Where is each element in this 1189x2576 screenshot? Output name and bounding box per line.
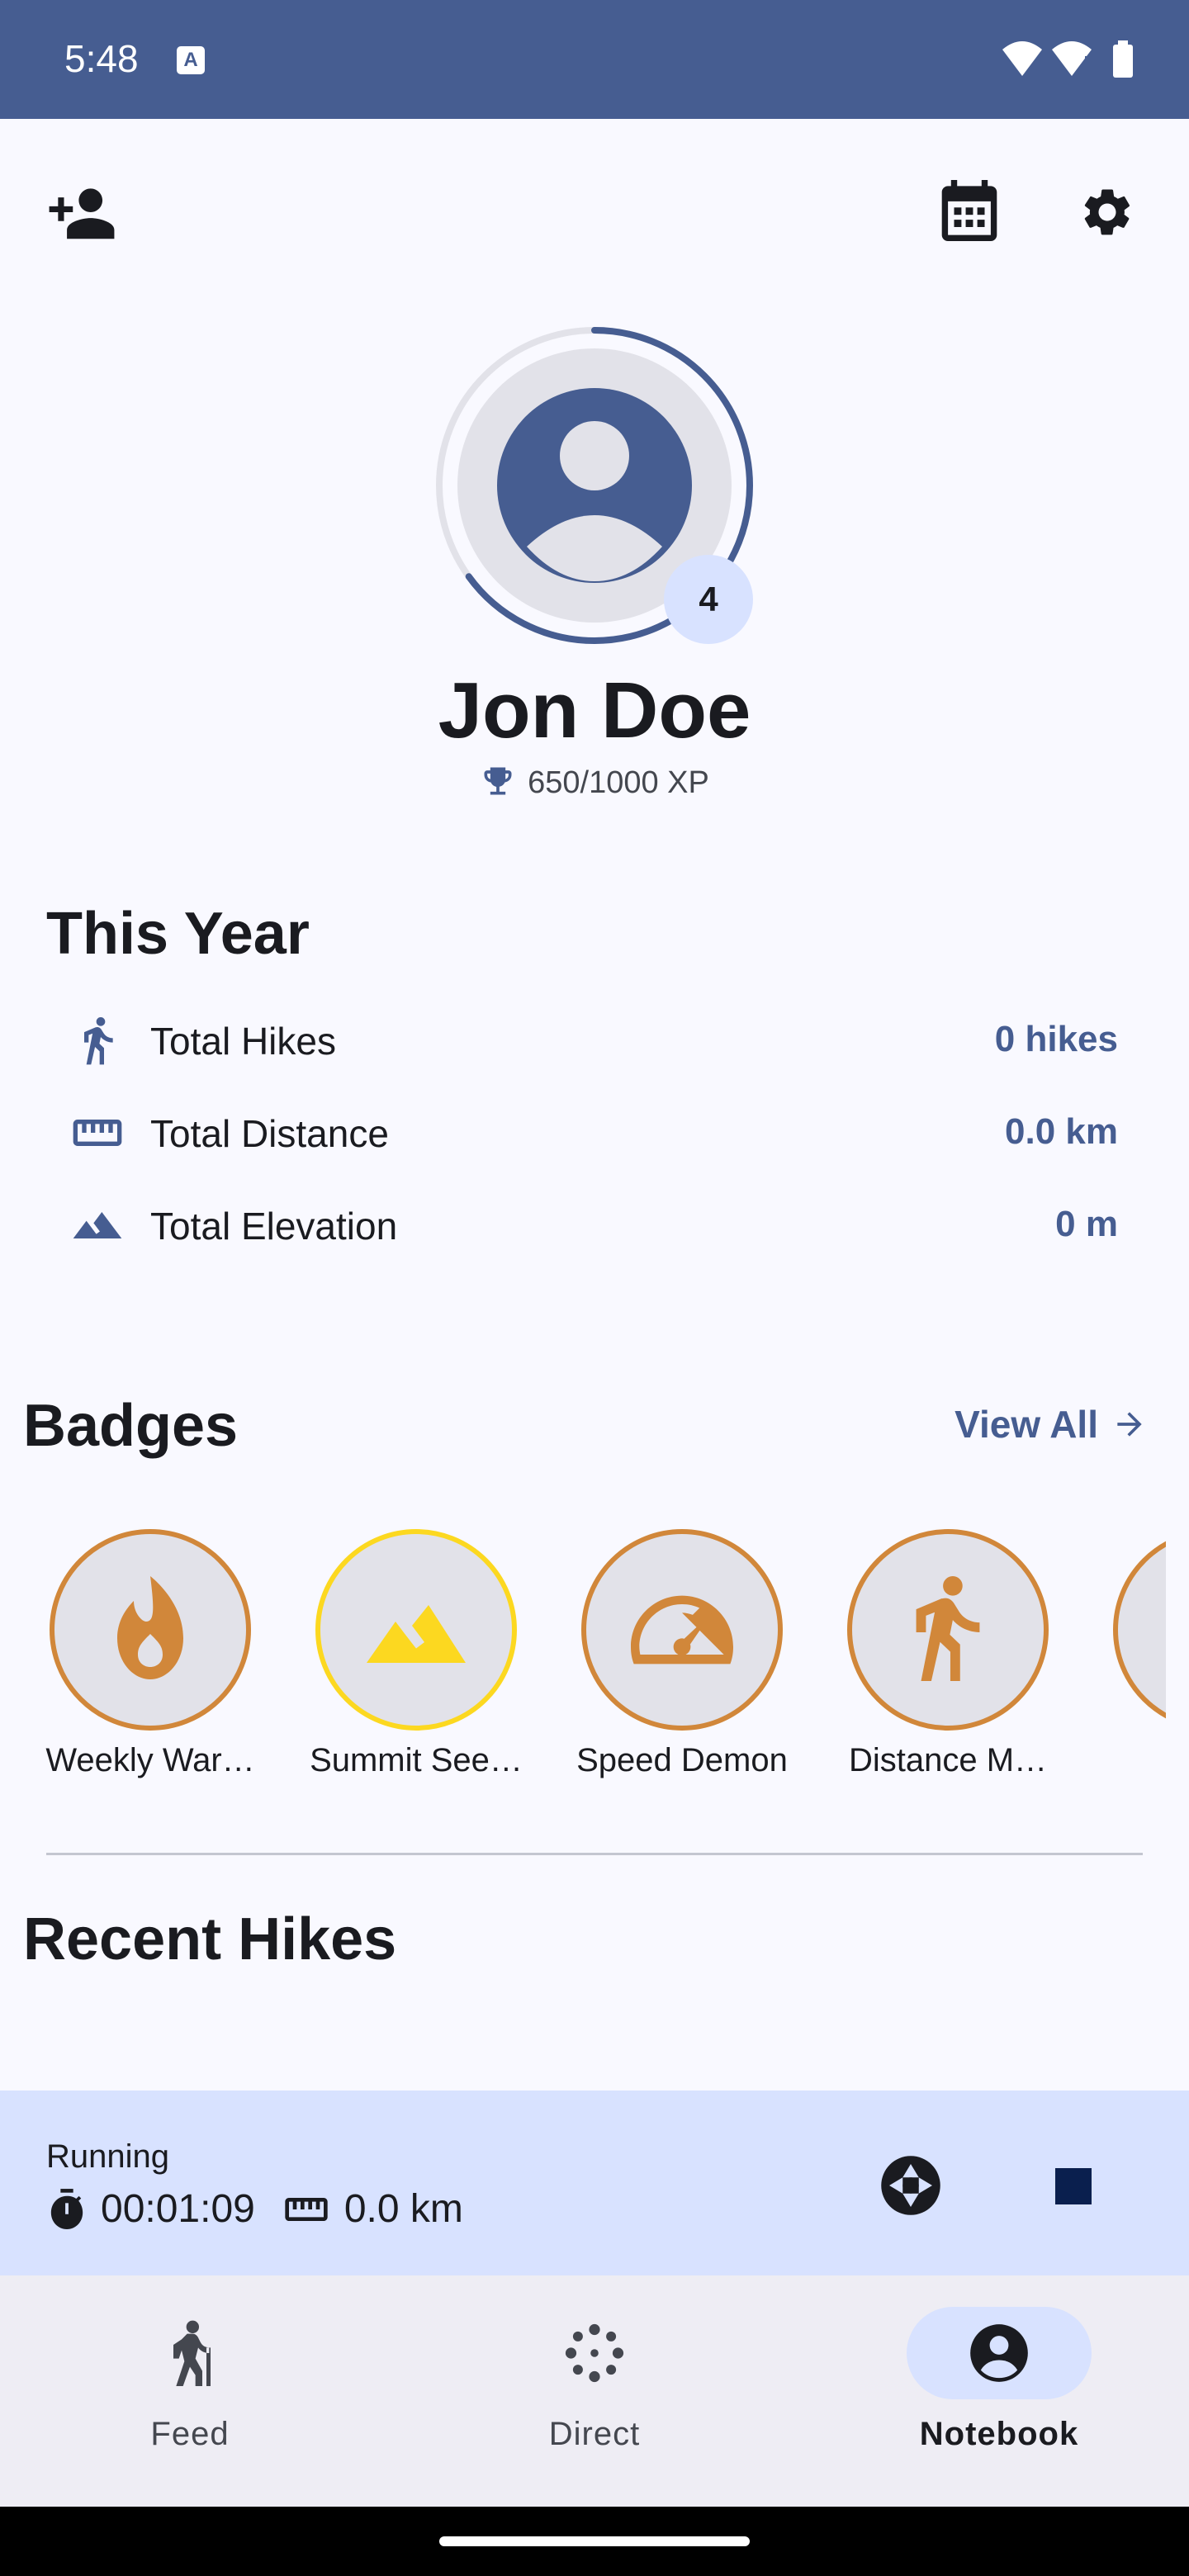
xp-value: 650/1000 XP <box>528 765 709 800</box>
dots-icon <box>565 2323 624 2383</box>
xp-progress-text: 650/1000 XP <box>0 763 1189 801</box>
badge-circle <box>847 1529 1049 1731</box>
stat-label: Total Distance <box>150 1112 389 1155</box>
stat-value: 0 hikes <box>994 1019 1118 1059</box>
stat-label: Total Elevation <box>150 1205 398 1248</box>
running-time: 00:01:09 <box>101 2187 255 2231</box>
badges-title: Badges <box>23 1393 239 1459</box>
account-icon <box>970 2324 1028 2382</box>
nav-item-feed[interactable]: Feed <box>25 2307 355 2453</box>
nav-pill <box>97 2307 282 2399</box>
avatar-icon[interactable] <box>497 388 692 583</box>
hiker-icon <box>84 1017 113 1065</box>
stat-value: 0.0 km <box>1005 1111 1118 1152</box>
badges-list[interactable]: Weekly War… Summit See… Speed Demon Dist… <box>0 1529 1166 1793</box>
system-status-icons <box>1002 40 1133 78</box>
view-all-label: View All <box>955 1403 1098 1446</box>
badge-speed-demon[interactable]: Speed Demon <box>558 1529 806 1779</box>
recent-hikes-title: Recent Hikes <box>23 1906 397 1972</box>
stat-total-hikes: Total Hikes 0 hikes <box>66 1007 1131 1073</box>
mountain-icon <box>73 1212 122 1238</box>
badge-distance-master[interactable]: Distance M… <box>824 1529 1072 1779</box>
section-divider <box>46 1853 1143 1855</box>
nav-item-notebook[interactable]: Notebook <box>834 2307 1164 2453</box>
status-time: 5:48 <box>64 37 139 80</box>
speedometer-icon <box>631 1595 733 1664</box>
running-stats: 00:01:09 0.0 km <box>48 2186 463 2232</box>
arrow-right-icon <box>1117 1412 1142 1437</box>
running-distance: 0.0 km <box>343 2187 463 2231</box>
nav-label: Direct <box>548 2416 641 2452</box>
level-badge: 4 <box>664 555 753 644</box>
nav-label: Notebook <box>919 2416 1079 2452</box>
camera-shutter-icon[interactable] <box>879 2153 943 2218</box>
bottom-navigation: Feed Direct Notebook <box>0 2275 1189 2507</box>
add-friend-icon[interactable] <box>46 185 117 239</box>
badge-partial[interactable]: E <box>1090 1529 1166 1779</box>
trophy-icon <box>484 767 512 795</box>
ruler-icon <box>285 2197 328 2221</box>
running-status: Running <box>46 2138 170 2175</box>
keyboard-notification-icon <box>177 46 205 74</box>
status-bar: 5:48 <box>0 0 1189 119</box>
badge-weekly-warrior[interactable]: Weekly War… <box>26 1529 274 1779</box>
walker-icon <box>916 1576 980 1682</box>
ruler-icon <box>73 1120 122 1146</box>
badge-circle <box>315 1529 517 1731</box>
active-hike-bar[interactable]: Running 00:01:09 0.0 km <box>0 2091 1189 2275</box>
nav-pill <box>502 2307 687 2399</box>
badge-circle <box>581 1529 783 1731</box>
stop-icon[interactable] <box>1055 2168 1092 2204</box>
timer-icon <box>50 2188 83 2229</box>
settings-gear-icon[interactable] <box>1078 183 1136 241</box>
stat-value: 0 m <box>1055 1204 1118 1244</box>
nav-pill-active <box>907 2307 1092 2399</box>
badge-label: Speed Demon <box>576 1742 788 1778</box>
gesture-bar <box>0 2507 1189 2576</box>
badge-label: E <box>1090 1742 1166 1779</box>
stat-total-distance: Total Distance 0.0 km <box>66 1100 1131 1166</box>
badge-label: Distance M… <box>848 1742 1048 1778</box>
mountain-icon <box>367 1605 466 1663</box>
badge-summit-seeker[interactable]: Summit See… <box>292 1529 540 1779</box>
this-year-title: This Year <box>46 901 310 967</box>
nav-item-direct[interactable]: Direct <box>429 2307 760 2453</box>
stat-label: Total Hikes <box>150 1020 336 1063</box>
flame-icon <box>117 1576 183 1679</box>
profile-name: Jon Doe <box>438 666 751 755</box>
badge-circle <box>1113 1529 1166 1731</box>
badge-label: Weekly War… <box>45 1742 255 1778</box>
badge-circle <box>50 1529 251 1731</box>
view-all-button[interactable]: View All <box>955 1402 1148 1447</box>
nav-label: Feed <box>150 2416 230 2452</box>
hiker-icon <box>173 2320 211 2386</box>
badge-label: Summit See… <box>310 1742 523 1778</box>
stat-total-elevation: Total Elevation 0 m <box>66 1192 1131 1258</box>
calendar-icon[interactable] <box>941 180 997 241</box>
home-indicator[interactable] <box>439 2536 750 2546</box>
